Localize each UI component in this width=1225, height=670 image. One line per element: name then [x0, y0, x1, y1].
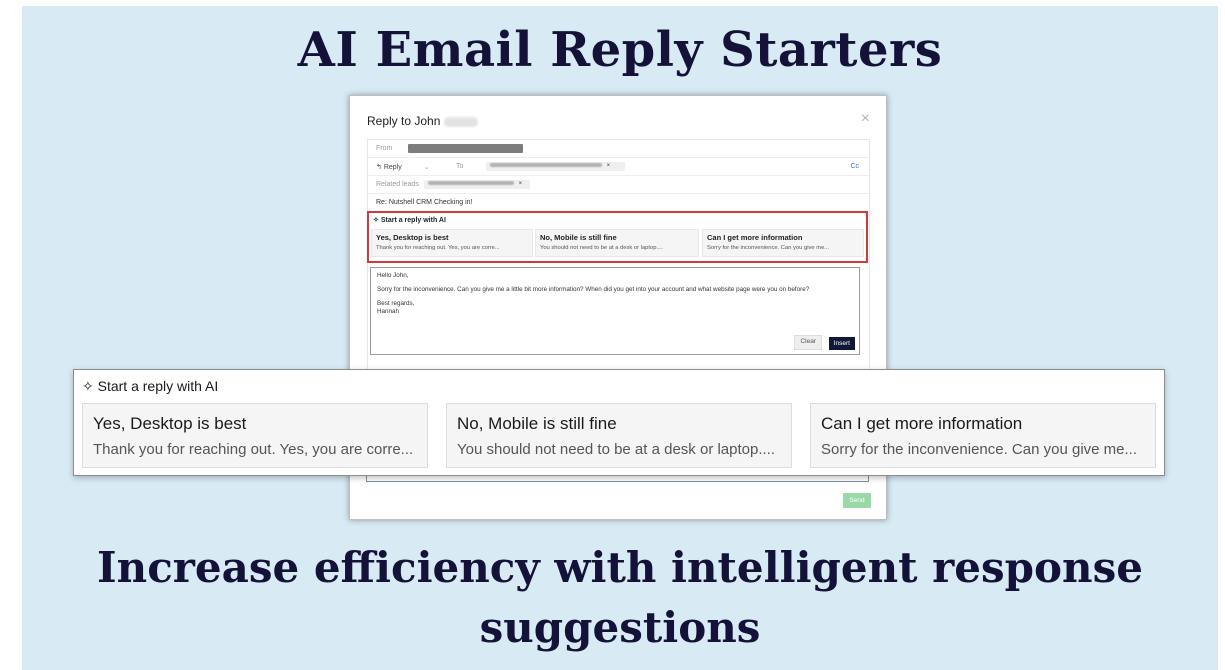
cc-link[interactable]: Cc [850, 163, 859, 170]
modal-title-text: Reply to John [367, 114, 441, 128]
zoom-suggestion-snippet: Sorry for the inconvenience. Can you giv… [821, 441, 1137, 458]
zoom-ai-header-text: Start a reply with AI [97, 378, 219, 394]
ai-suggestions-box: ✧ Start a reply with AI Yes, Desktop is … [367, 211, 868, 263]
to-row: ↰ Reply ⌄ To × Cc [368, 158, 869, 176]
to-label: To [456, 163, 464, 170]
reply-arrow-icon: ↰ [376, 164, 382, 171]
zoom-suggestion-title: No, Mobile is still fine [457, 414, 617, 433]
related-leads-label: Related leads [376, 181, 419, 188]
suggestion-card[interactable]: Can I get more information Sorry for the… [702, 229, 864, 257]
send-button[interactable]: Send [843, 493, 871, 508]
redacted-name [443, 116, 478, 127]
body-greeting: Hello John, [377, 272, 409, 279]
lead-chip[interactable]: × [424, 180, 530, 189]
from-address-redacted[interactable] [408, 144, 523, 153]
suggestion-title: Yes, Desktop is best [376, 233, 449, 242]
subject-row[interactable]: Re: Nutshell CRM Checking in! [368, 194, 869, 212]
to-chip[interactable]: × [486, 162, 625, 171]
chip-remove-icon[interactable]: × [519, 181, 523, 187]
suggestion-snippet: Sorry for the inconvenience. Can you giv… [707, 245, 830, 251]
subject-text: Re: Nutshell CRM Checking in! [376, 199, 473, 206]
modal-title: Reply to John [367, 114, 478, 128]
headline-bottom: Increase efficiency with intelligent res… [97, 543, 1143, 652]
from-row: From [368, 140, 869, 158]
related-leads-row: Related leads × [368, 176, 869, 194]
ai-header: ✧ Start a reply with AI [373, 216, 446, 224]
from-label: From [376, 145, 393, 152]
insert-button[interactable]: Insert [828, 337, 855, 350]
suggestion-card[interactable]: No, Mobile is still fine You should not … [535, 229, 699, 257]
reply-mode-label: Reply [383, 164, 402, 171]
suggestion-title: Can I get more information [707, 233, 803, 242]
suggestion-snippet: Thank you for reaching out. Yes, you are… [376, 245, 500, 251]
reply-mode-select[interactable]: ↰ Reply ⌄ [376, 163, 430, 171]
zoom-ai-header: ✧ Start a reply with AI [82, 378, 218, 395]
suggestion-card[interactable]: Yes, Desktop is best Thank you for reach… [371, 229, 533, 257]
zoom-suggestion-title: Yes, Desktop is best [93, 414, 247, 433]
chip-remove-icon[interactable]: × [607, 163, 611, 169]
sparkle-icon: ✧ [373, 217, 379, 224]
zoom-suggestion-card[interactable]: Yes, Desktop is best Thank you for reach… [82, 403, 428, 468]
clear-button[interactable]: Clear [794, 335, 822, 350]
zoom-suggestion-title: Can I get more information [821, 414, 1023, 433]
headline-top: AI Email Reply Starters [297, 22, 943, 78]
body-paragraph: Sorry for the inconvenience. Can you giv… [377, 286, 810, 293]
body-signature: Hannah [377, 308, 400, 315]
ai-header-text: Start a reply with AI [380, 217, 446, 224]
sparkle-icon: ✧ [82, 378, 94, 394]
zoom-suggestion-snippet: You should not need to be at a desk or l… [457, 441, 776, 458]
chevron-down-icon: ⌄ [423, 164, 430, 171]
close-icon[interactable]: × [861, 110, 870, 128]
zoom-suggestion-snippet: Thank you for reaching out. Yes, you are… [93, 441, 414, 458]
zoomed-ai-suggestions: ✧ Start a reply with AI Yes, Desktop is … [73, 369, 1165, 476]
reply-body-editor[interactable]: Hello John, Sorry for the inconvenience.… [370, 267, 860, 355]
zoom-suggestion-card[interactable]: No, Mobile is still fine You should not … [446, 403, 792, 468]
lead-name-redacted [428, 181, 514, 186]
zoom-frame-edge [366, 476, 869, 482]
zoom-suggestion-card[interactable]: Can I get more information Sorry for the… [810, 403, 1156, 468]
body-closing: Best regards, [377, 300, 415, 307]
to-address-redacted [490, 163, 602, 168]
suggestion-snippet: You should not need to be at a desk or l… [540, 245, 663, 251]
suggestion-title: No, Mobile is still fine [540, 233, 617, 242]
